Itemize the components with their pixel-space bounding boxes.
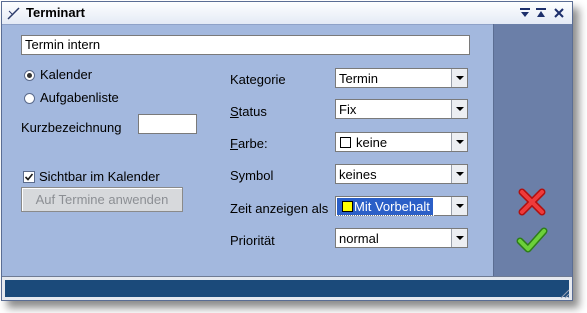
close-icon[interactable] xyxy=(552,6,566,20)
radio-aufgabenliste[interactable] xyxy=(24,93,35,104)
status-bar-fill xyxy=(5,280,569,297)
symbol-dropdown[interactable]: keines xyxy=(335,164,468,184)
confirm-check-icon[interactable] xyxy=(515,223,549,257)
prioritaet-dropdown[interactable]: normal xyxy=(335,228,468,248)
kategorie-label: Kategorie xyxy=(230,72,286,87)
radio-kalender[interactable] xyxy=(24,70,35,81)
kurzbezeichnung-label: Kurzbezeichnung xyxy=(21,120,122,135)
status-bar xyxy=(2,276,572,300)
symbol-label: Symbol xyxy=(230,168,274,183)
zeit-anzeigen-label: Zeit anzeigen als xyxy=(230,201,329,216)
radio-kalender-label: Kalender xyxy=(40,67,93,82)
dialog-window: Terminart Termin intern Kalender Aufgabe… xyxy=(1,1,573,301)
chevron-down-icon[interactable] xyxy=(451,69,467,87)
status-value: Fix xyxy=(339,102,357,117)
kurzbezeichnung-input[interactable] xyxy=(138,114,197,134)
kategorie-value: Termin xyxy=(339,71,379,86)
form-area: Termin intern Kalender Aufgabenliste Kur… xyxy=(8,26,490,275)
sichtbar-checkbox[interactable] xyxy=(23,171,35,183)
action-panel xyxy=(493,24,572,276)
status-dropdown[interactable]: Fix xyxy=(335,99,468,119)
chevron-down-icon[interactable] xyxy=(451,100,467,118)
farbe-value: keine xyxy=(356,135,388,150)
zeit-anzeigen-dropdown[interactable]: Mit Vorbehalt xyxy=(335,196,468,216)
chevron-down-icon[interactable] xyxy=(451,133,467,151)
radio-aufgabenliste-label: Aufgabenliste xyxy=(40,90,119,105)
sichtbar-label: Sichtbar im Kalender xyxy=(39,169,160,184)
apply-to-appointments-button[interactable]: Auf Termine anwenden xyxy=(21,187,183,212)
farbe-label: Farbe: xyxy=(230,136,268,151)
minimize-icon[interactable] xyxy=(518,6,532,20)
resize-grip-icon[interactable] xyxy=(558,287,570,299)
pen-icon xyxy=(7,7,20,20)
prioritaet-label: Priorität xyxy=(230,233,275,248)
check-icon xyxy=(24,173,34,181)
prioritaet-value: normal xyxy=(339,231,379,246)
cancel-icon[interactable] xyxy=(515,185,549,219)
color-swatch xyxy=(342,201,353,212)
maximize-icon[interactable] xyxy=(534,6,548,20)
title-bar[interactable]: Terminart xyxy=(2,2,572,25)
name-input[interactable]: Termin intern xyxy=(21,35,470,55)
color-swatch xyxy=(340,137,351,148)
chevron-down-icon[interactable] xyxy=(451,165,467,183)
window-title: Terminart xyxy=(26,5,85,20)
symbol-value: keines xyxy=(339,167,377,182)
kategorie-dropdown[interactable]: Termin xyxy=(335,68,468,88)
status-label: Status xyxy=(230,104,267,119)
chevron-down-icon[interactable] xyxy=(451,229,467,247)
farbe-dropdown[interactable]: keine xyxy=(335,132,468,152)
chevron-down-icon[interactable] xyxy=(451,197,467,215)
